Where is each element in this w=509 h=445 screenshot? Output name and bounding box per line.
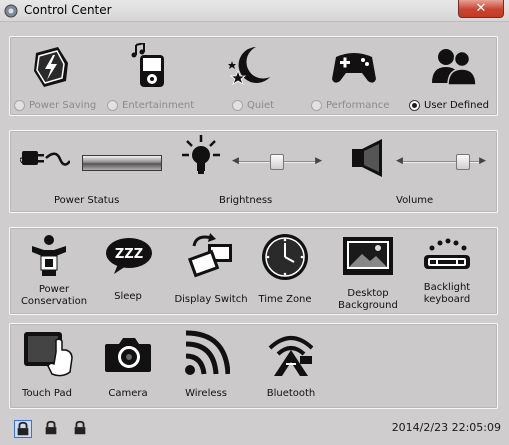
- user-defined-icon[interactable]: [430, 45, 478, 87]
- backlight-keyboard-icon: [424, 238, 470, 269]
- volume-right-arrow[interactable]: ▶: [479, 156, 486, 166]
- control-center-window: Power Saving Entertainment Quiet Perform…: [0, 22, 509, 445]
- lock-icon: [74, 420, 86, 435]
- wireless-label: Wireless: [185, 388, 227, 399]
- bluetooth-label: Bluetooth: [266, 388, 316, 399]
- brightness-right-arrow[interactable]: ▶: [315, 156, 322, 166]
- profile-performance[interactable]: Performance: [311, 100, 389, 111]
- power-conservation-label-2: Conservation: [20, 296, 88, 307]
- close-icon: ✕: [475, 1, 487, 16]
- profile-entertainment[interactable]: Entertainment: [107, 100, 194, 111]
- tools-panel: Power Conservation ZZZ Sleep Display Swi…: [9, 227, 498, 315]
- brightness-thumb[interactable]: [270, 154, 284, 170]
- display-switch-icon: [187, 233, 232, 278]
- lock-button-3[interactable]: [72, 420, 90, 438]
- brightness-slider[interactable]: ◀ ▶: [232, 154, 322, 170]
- volume-left-arrow[interactable]: ◀: [396, 156, 403, 166]
- sleep-label: Sleep: [114, 291, 142, 302]
- volume-label: Volume: [396, 195, 434, 206]
- display-switch-button[interactable]: Display Switch: [170, 228, 252, 314]
- entertainment-radio[interactable]: [107, 100, 118, 111]
- title-bar: Control Center ✕: [0, 0, 509, 22]
- volume-slider[interactable]: ◀ ▶: [396, 154, 486, 170]
- touch-pad-icon: [24, 332, 73, 377]
- user-defined-label: User Defined: [424, 100, 489, 111]
- entertainment-label: Entertainment: [122, 100, 195, 111]
- lock-button-2[interactable]: [43, 420, 61, 438]
- quiet-radio[interactable]: [232, 100, 243, 111]
- power-conservation-label-1: Power: [38, 284, 70, 295]
- devices-panel: Touch Pad Camera Wireless Bluetooth: [9, 323, 498, 409]
- touch-pad-label: Touch Pad: [22, 388, 72, 399]
- performance-radio[interactable]: [311, 100, 322, 111]
- camera-button[interactable]: Camera: [98, 324, 158, 408]
- brightness-icon: [182, 135, 220, 174]
- entertainment-icon[interactable]: [128, 43, 172, 89]
- volume-thumb[interactable]: [455, 154, 470, 170]
- desktop-background-icon: [343, 237, 393, 275]
- wireless-button[interactable]: Wireless: [176, 324, 236, 408]
- brightness-left-arrow[interactable]: ◀: [232, 156, 239, 166]
- power-conservation-button[interactable]: Power Conservation: [14, 228, 94, 314]
- wireless-icon: [185, 330, 230, 375]
- power-brightness-volume-panel: Power Status ◀ ▶ Brightness ◀ ▶ Volume: [9, 130, 498, 213]
- desktop-background-button[interactable]: Desktop Background: [330, 228, 406, 314]
- backlight-keyboard-label-1: Backlight: [423, 282, 471, 293]
- close-button[interactable]: ✕: [458, 0, 504, 18]
- user-defined-radio[interactable]: [409, 100, 420, 111]
- display-switch-label: Display Switch: [174, 294, 248, 305]
- status-bar: 2014/2/23 22:05:09: [0, 413, 509, 445]
- window-title: Control Center: [24, 3, 112, 17]
- backlight-keyboard-button[interactable]: Backlight keyboard: [410, 228, 484, 314]
- backlight-keyboard-label-2: keyboard: [423, 294, 471, 305]
- profile-panel: Power Saving Entertainment Quiet Perform…: [9, 36, 498, 116]
- lock-icon: [17, 421, 29, 436]
- power-plug-icon: [20, 151, 70, 166]
- profile-quiet[interactable]: Quiet: [232, 100, 274, 111]
- time-zone-label: Time Zone: [258, 294, 312, 305]
- power-status-bar: [82, 155, 162, 171]
- camera-label: Camera: [108, 388, 148, 399]
- bluetooth-icon: [268, 336, 314, 376]
- volume-icon: [352, 139, 382, 177]
- time-zone-button[interactable]: Time Zone: [256, 228, 314, 314]
- power-saving-icon[interactable]: [28, 43, 74, 89]
- touch-pad-button[interactable]: Touch Pad: [14, 324, 80, 408]
- sleep-button[interactable]: ZZZ Sleep: [98, 228, 158, 314]
- desktop-background-label-1: Desktop: [347, 288, 389, 299]
- profile-user-defined[interactable]: User Defined: [409, 100, 489, 111]
- power-status-label: Power Status: [54, 195, 120, 206]
- lock-icon: [45, 420, 57, 435]
- quiet-label: Quiet: [247, 100, 275, 111]
- clock-icon: [262, 234, 308, 280]
- power-conservation-icon: [32, 235, 66, 276]
- performance-label: Performance: [326, 100, 390, 111]
- datetime: 2014/2/23 22:05:09: [391, 421, 501, 434]
- brightness-label: Brightness: [219, 195, 273, 206]
- bluetooth-button[interactable]: Bluetooth: [254, 324, 328, 408]
- quiet-icon[interactable]: [228, 43, 274, 89]
- power-saving-radio[interactable]: [14, 100, 25, 111]
- app-icon: [4, 4, 18, 18]
- camera-icon: [105, 338, 151, 372]
- power-saving-label: Power Saving: [29, 100, 97, 111]
- lock-button-1[interactable]: [14, 420, 32, 438]
- performance-icon[interactable]: [330, 47, 378, 87]
- desktop-background-label-2: Background: [338, 300, 398, 311]
- sleep-icon-text: ZZZ: [115, 247, 143, 262]
- profile-power-saving[interactable]: Power Saving: [14, 100, 96, 111]
- sleep-icon: ZZZ: [106, 238, 152, 274]
